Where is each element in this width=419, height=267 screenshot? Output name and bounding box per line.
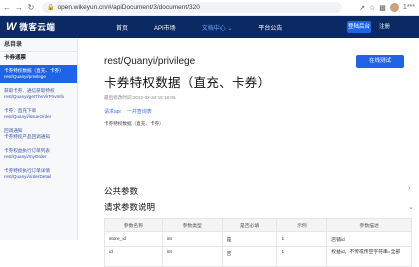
sidebar-item-privilege[interactable]: 卡券特权数据（直充、卡券） rest/Quanyi/privilege [0, 65, 77, 83]
site-header: W 微客云端 首页 API市场 文档中心 ⌄ 平台公告 登陆后台 注册 [0, 16, 419, 38]
cell-param-name: id [105, 247, 163, 267]
url-text: open.wikeyun.cn/#/apiDocument/3/document… [57, 4, 200, 11]
forward-icon[interactable]: → [14, 3, 24, 13]
sidebar-item-path: rest/Quanyi/myOrder [4, 154, 47, 159]
tag-query-table[interactable]: 一并查询表 [127, 108, 152, 115]
main-menu: 首页 API市场 文档中心 ⌄ 平台公告 [116, 16, 308, 38]
nav-docs[interactable]: 文档中心 ⌄ [202, 23, 233, 32]
chevron-right-icon[interactable]: › [408, 185, 410, 192]
table-header-row: 参数名称 参数类型 是否必填 示例 参数描述 [105, 219, 413, 232]
bookmark-star-icon[interactable]: ☆ [369, 4, 375, 12]
api-description: 卡券特权数据（直充、卡券） [104, 121, 164, 126]
sidebar-item-label: 回调通知 [4, 128, 23, 133]
doc-tags: 请求api 一并查询表 [104, 108, 152, 115]
header-example: 示例 [277, 219, 328, 232]
sidebar-item-path: 卡券特权产品回调通知 [4, 134, 50, 139]
reload-icon[interactable]: ↻ [26, 3, 36, 13]
share-icon[interactable]: ↗ [359, 4, 365, 12]
lock-icon: 🔒 [47, 5, 55, 11]
header-description: 参数描述 [327, 219, 413, 232]
back-icon[interactable]: ← [2, 3, 12, 13]
cell-description: 权益id，不传或传空字符串=全部 [327, 247, 413, 267]
header-param-name: 参数名称 [105, 219, 163, 232]
register-link[interactable]: 注册 [379, 16, 390, 38]
logo-mark: W [6, 21, 17, 33]
sidebar-item-path: rest/Quanyi/issueOrder [4, 114, 52, 119]
nav-announcements[interactable]: 平台公告 [258, 23, 282, 32]
section-request-params[interactable]: 请求参数说明 [104, 201, 155, 213]
address-bar[interactable]: 🔒 open.wikeyun.cn/#/apiDocument/3/docume… [42, 2, 342, 13]
doc-sidebar: 总目录 卡券通票 卡券特权数据（直充、卡券） rest/Quanyi/privi… [0, 38, 78, 240]
sidebar-item-label: 获取卡券、通信获取特权 [4, 88, 55, 93]
section-public-params[interactable]: 公共参数 [104, 185, 138, 197]
sidebar-item-path: rest/Quanyi/privilege [4, 74, 46, 79]
sidebar-item-label: 卡券特权数据（直充、卡券） [4, 68, 64, 73]
table-row: id int 否 1 权益id，不传或传空字符串=全部 [105, 247, 413, 267]
header-required: 是否必填 [222, 219, 278, 232]
chevron-down-icon[interactable]: ⌄ [408, 203, 414, 211]
sidebar-item-path: rest/Quanyi/getTheVirPrivInfo [4, 94, 65, 99]
sidebar-item-label: 卡券特权执行订单详情 [4, 168, 50, 173]
sidebar-item-my-order[interactable]: 卡券权益执行订单列表 rest/Quanyi/myOrder [0, 145, 77, 163]
api-path: rest/Quanyi/privilege [104, 56, 196, 67]
sidebar-title: 总目录 [0, 38, 77, 52]
page-title: 卡券特权数据（直充、卡券） [104, 76, 271, 90]
sidebar-item-issue-order[interactable]: 卡券、直充下单 rest/Quanyi/issueOrder [0, 105, 77, 123]
logo-text: 微客云端 [19, 22, 56, 32]
params-table: 参数名称 参数类型 是否必填 示例 参数描述 store_id int 是 1 … [104, 218, 413, 267]
sidebar-item-label: 卡券、直充下单 [4, 108, 37, 113]
sidebar-item-callback[interactable]: 回调通知 卡券特权产品回调通知 [0, 125, 77, 143]
nav-api-market[interactable]: API市场 [154, 23, 176, 32]
cell-example: 1 [277, 247, 328, 267]
browser-toolbar: ← → ↻ 🔒 open.wikeyun.cn/#/apiDocument/3/… [0, 0, 419, 16]
login-button[interactable]: 登陆后台 [347, 21, 371, 33]
online-test-button[interactable]: 在线测试 [356, 55, 404, 68]
doc-content: 在线测试 rest/Quanyi/privilege 卡券特权数据（直充、卡券）… [78, 38, 419, 267]
last-modified: 最后修改时间:2022-02-24 15:18:06 [104, 95, 176, 100]
tag-request-api[interactable]: 请求api [104, 108, 121, 115]
site-logo[interactable]: W 微客云端 [6, 21, 55, 33]
cell-param-type: int [162, 247, 223, 267]
account-name: 1*** [402, 4, 415, 11]
sidebar-item-get-priv-info[interactable]: 获取卡券、通信获取特权 rest/Quanyi/getTheVirPrivInf… [0, 85, 77, 103]
sidebar-item-label: 卡券权益执行订单列表 [4, 148, 50, 153]
sidebar-item-order-detail[interactable]: 卡券特权执行订单详情 rest/Quanyi/orderDetail [0, 165, 77, 183]
sidebar-item-path: rest/Quanyi/orderDetail [4, 174, 52, 179]
profile-avatar[interactable] [389, 3, 399, 12]
cell-description-text: 权益id，不传或传空字符串=全部 [331, 250, 401, 255]
extensions-icon[interactable]: ▩ [379, 4, 386, 12]
header-param-type: 参数类型 [162, 219, 223, 232]
nav-home[interactable]: 首页 [116, 23, 128, 32]
cell-required: 否 [222, 247, 278, 267]
sidebar-group[interactable]: 卡券通票 [0, 52, 77, 65]
